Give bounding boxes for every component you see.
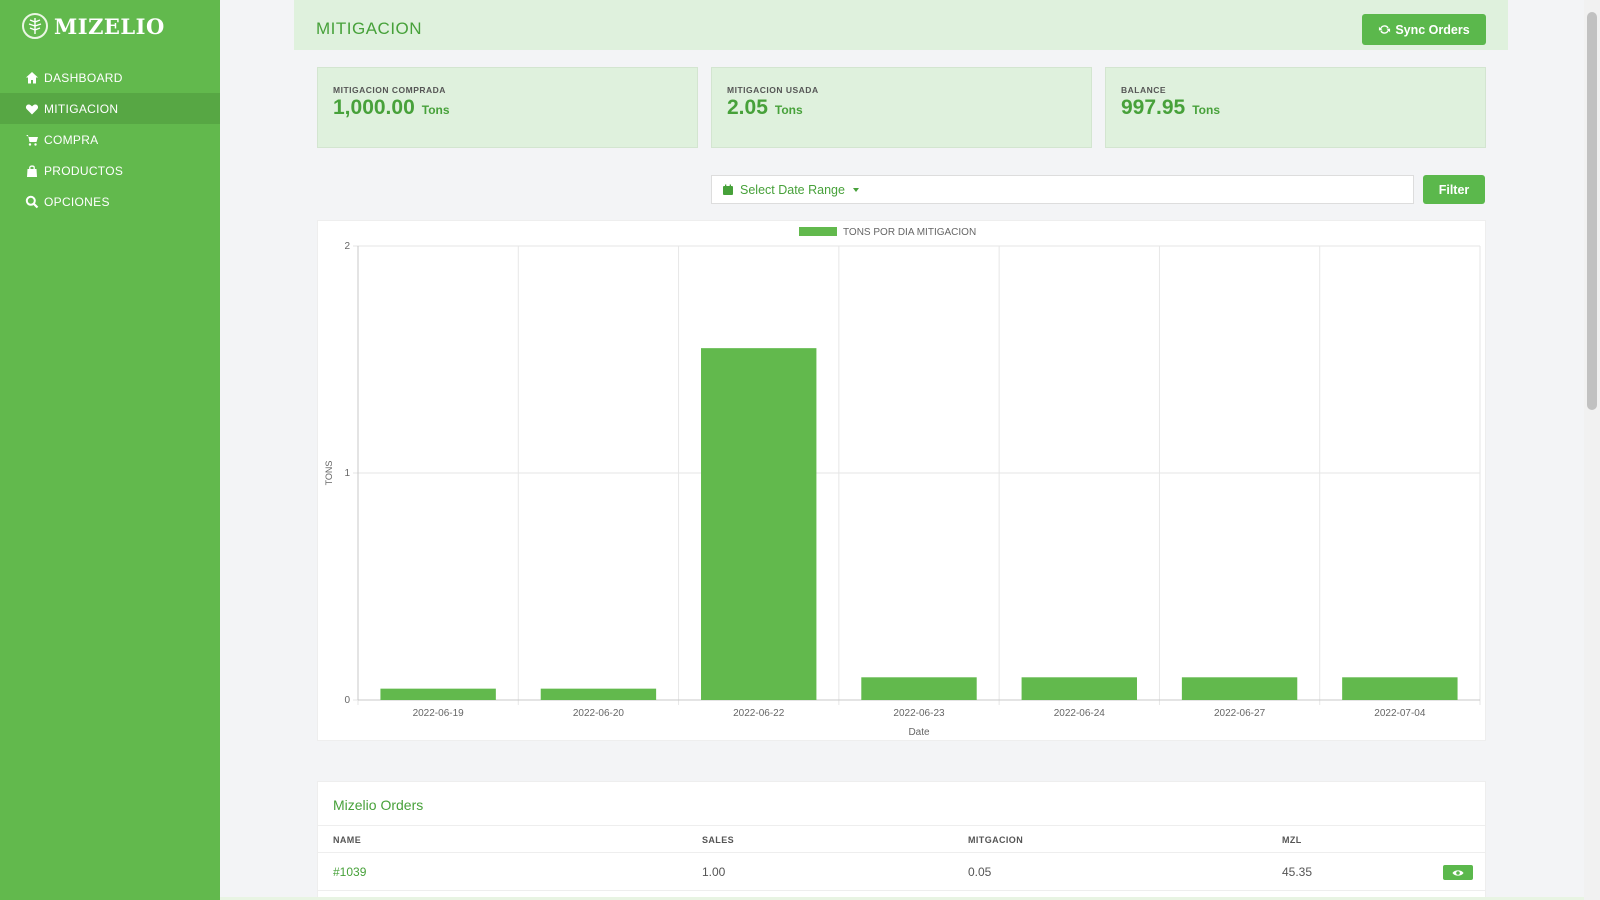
date-range-picker[interactable]: Select Date Range bbox=[711, 175, 1414, 204]
view-order-button[interactable] bbox=[1443, 865, 1473, 880]
order-name-link[interactable]: #1039 bbox=[333, 865, 366, 879]
page-header: MITIGACION Sync Orders bbox=[294, 0, 1508, 50]
legend-label: TONS POR DIA MITIGACION bbox=[843, 227, 976, 238]
stat-unit: Tons bbox=[774, 103, 803, 117]
refresh-icon bbox=[1379, 25, 1391, 34]
cart-icon bbox=[26, 134, 38, 146]
sidebar-item-opciones[interactable]: OPCIONES bbox=[0, 186, 220, 217]
sidebar-item-dashboard[interactable]: DASHBOARD bbox=[0, 62, 220, 93]
stat-label: MITIGACION USADA bbox=[727, 85, 819, 95]
order-sales: 1.00 bbox=[702, 865, 726, 879]
main-content: MITIGACION Sync Orders MITIGACION COMPRA… bbox=[220, 0, 1584, 900]
y-tick-label: 1 bbox=[344, 468, 350, 479]
scrollbar-thumb[interactable] bbox=[1587, 12, 1597, 410]
page-title: MITIGACION bbox=[316, 19, 423, 38]
stat-card-balance: BALANCE 997.95 Tons bbox=[1105, 67, 1486, 148]
chart-bar bbox=[701, 348, 817, 700]
legend-swatch bbox=[799, 227, 837, 236]
leaf-logo-icon bbox=[22, 13, 48, 39]
sidebar-item-compra[interactable]: COMPRA bbox=[0, 124, 220, 155]
y-tick-label: 0 bbox=[344, 695, 350, 706]
stat-card-comprada: MITIGACION COMPRADA 1,000.00 Tons bbox=[317, 67, 698, 148]
y-axis-title: TONS bbox=[324, 461, 334, 486]
bag-icon bbox=[27, 164, 37, 177]
orders-panel: Mizelio Orders NAME SALES MITGACION MZL … bbox=[317, 781, 1486, 900]
search-icon bbox=[25, 195, 39, 208]
sidebar: MIZELIO DASHBOARD MITIGACION COMPRA PROD… bbox=[0, 0, 220, 900]
column-header-name: NAME bbox=[333, 835, 362, 845]
x-tick-label: 2022-06-27 bbox=[1214, 708, 1266, 719]
x-tick-label: 2022-06-24 bbox=[1054, 708, 1106, 719]
sidebar-item-label: MITIGACION bbox=[44, 101, 119, 116]
stat-card-usada: MITIGACION USADA 2.05 Tons bbox=[711, 67, 1092, 148]
x-tick-label: 2022-06-23 bbox=[893, 708, 945, 719]
calendar-icon bbox=[723, 184, 733, 195]
column-header-mitigacion: MITGACION bbox=[968, 835, 1024, 845]
sync-orders-button[interactable]: Sync Orders bbox=[1362, 14, 1486, 45]
filter-button[interactable]: Filter bbox=[1423, 175, 1485, 204]
sidebar-item-label: OPCIONES bbox=[44, 194, 110, 209]
stat-value-group: 997.95 Tons bbox=[1121, 96, 1220, 120]
vertical-scrollbar[interactable] bbox=[1584, 0, 1600, 900]
sidebar-item-mitigacion[interactable]: MITIGACION bbox=[0, 93, 220, 124]
chart-bar bbox=[1181, 677, 1298, 700]
stat-label: MITIGACION COMPRADA bbox=[333, 85, 446, 95]
caret-down-icon bbox=[852, 187, 859, 192]
orders-title: Mizelio Orders bbox=[333, 797, 424, 813]
x-tick-label: 2022-07-04 bbox=[1374, 708, 1426, 719]
sidebar-item-label: DASHBOARD bbox=[44, 70, 123, 85]
eye-icon bbox=[1452, 869, 1464, 876]
sidebar-nav: DASHBOARD MITIGACION COMPRA PRODUCTOS OP… bbox=[0, 62, 220, 217]
stat-unit: Tons bbox=[1192, 103, 1221, 117]
y-tick-label: 2 bbox=[344, 241, 350, 252]
stat-label: BALANCE bbox=[1121, 85, 1167, 95]
sidebar-item-label: COMPRA bbox=[44, 132, 99, 147]
column-header-mzl: MZL bbox=[1282, 835, 1302, 845]
column-header-sales: SALES bbox=[702, 835, 735, 845]
logo[interactable]: MIZELIO bbox=[22, 10, 165, 42]
heart-icon bbox=[25, 103, 39, 114]
orders-table-header: NAME SALES MITGACION MZL bbox=[318, 825, 1485, 853]
x-tick-label: 2022-06-19 bbox=[413, 708, 465, 719]
stat-value-group: 2.05 Tons bbox=[727, 96, 803, 120]
brand-name: MIZELIO bbox=[54, 13, 165, 39]
chart-bar bbox=[861, 677, 977, 700]
date-range-label: Select Date Range bbox=[740, 182, 845, 197]
x-tick-label: 2022-06-20 bbox=[573, 708, 625, 719]
sync-orders-label: Sync Orders bbox=[1395, 22, 1470, 37]
chart-bar bbox=[1342, 677, 1458, 700]
order-mitigacion: 0.05 bbox=[968, 865, 992, 879]
order-mzl: 45.35 bbox=[1282, 865, 1313, 879]
x-axis-title: Date bbox=[908, 727, 930, 738]
stat-unit: Tons bbox=[421, 103, 450, 117]
mitigation-chart: 0 1 2 2022-06-19 2022-06-20 2022-06-22 2022-06… bbox=[317, 220, 1486, 741]
stat-value-group: 1,000.00 Tons bbox=[333, 96, 450, 120]
stat-value: 1,000.00 bbox=[333, 96, 415, 119]
chart-bar bbox=[540, 688, 657, 700]
chart-svg: 0 1 2 2022-06-19 2022-06-20 2022-06-22 2022-06… bbox=[324, 227, 1481, 738]
sidebar-item-label: PRODUCTOS bbox=[44, 163, 124, 178]
stat-value: 2.05 bbox=[727, 96, 768, 119]
chart-bar bbox=[380, 688, 496, 700]
home-icon bbox=[26, 71, 38, 83]
stat-value: 997.95 bbox=[1121, 96, 1186, 119]
x-tick-label: 2022-06-22 bbox=[733, 708, 785, 719]
table-row: #1039 1.00 0.05 45.35 bbox=[318, 853, 1485, 891]
sidebar-item-productos[interactable]: PRODUCTOS bbox=[0, 155, 220, 186]
chart-bar bbox=[1021, 677, 1137, 700]
